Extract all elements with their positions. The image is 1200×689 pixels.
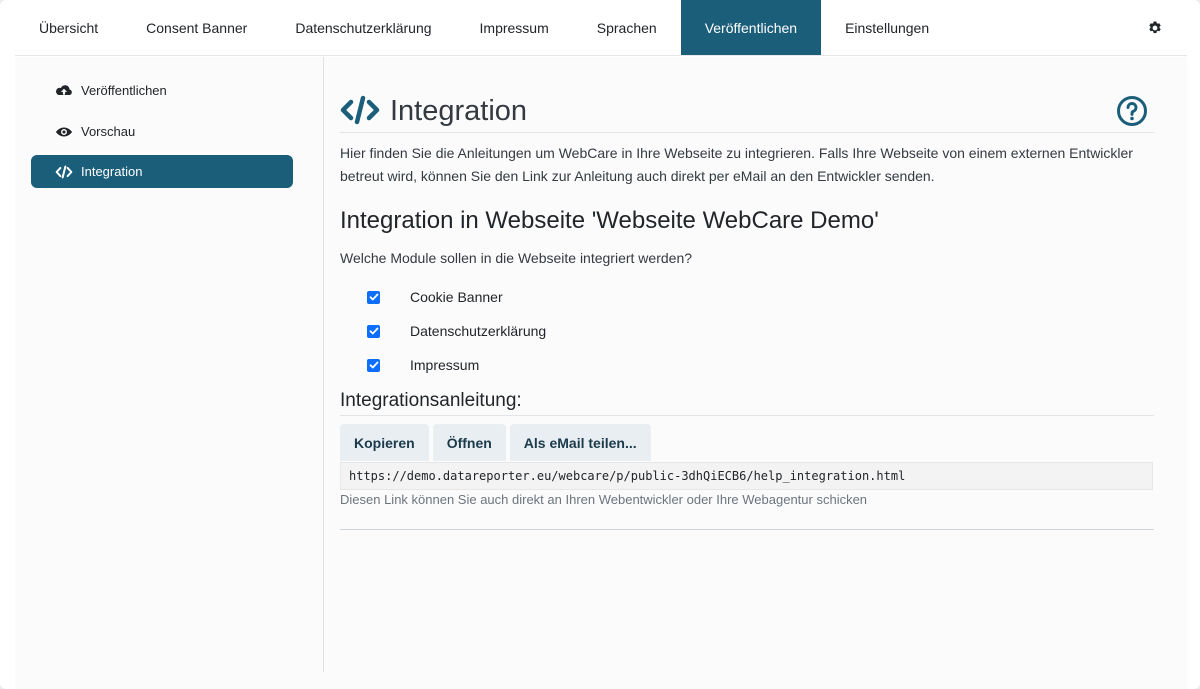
link-hint: Diesen Link können Sie auch direkt an Ih… (340, 492, 868, 507)
module-label: Cookie Banner (410, 289, 503, 305)
cloud-upload-icon (56, 84, 72, 95)
page-header: Integration (340, 93, 1154, 133)
tab-consent-banner[interactable]: Consent Banner (122, 0, 271, 55)
integration-link-field[interactable]: https://demo.datareporter.eu/webcare/p/p… (340, 462, 1153, 490)
divider (340, 529, 1154, 530)
cookie-banner-checkbox[interactable] (367, 290, 380, 304)
sidebar-item-integration[interactable]: Integration (31, 155, 293, 188)
sidebar: Veröffentlichen Vorschau Integration (15, 57, 324, 672)
share-email-button[interactable]: Als eMail teilen... (509, 424, 651, 461)
module-impressum: Impressum (367, 355, 479, 375)
modules-question: Welche Module sollen in die Webseite int… (340, 250, 693, 266)
tab-einstellungen[interactable]: Einstellungen (821, 0, 953, 55)
tab-veroeffentlichen[interactable]: Veröffentlichen (680, 0, 822, 55)
code-icon (55, 165, 73, 178)
copy-button[interactable]: Kopieren (340, 424, 429, 461)
datenschutzerklaerung-checkbox[interactable] (367, 324, 380, 338)
intro-text: Hier finden Sie die Anleitungen um WebCa… (340, 145, 1133, 184)
tab-sprachen[interactable]: Sprachen (573, 0, 681, 55)
gear-icon[interactable] (1147, 20, 1163, 36)
guide-actions: Kopieren Öffnen Als eMail teilen... (340, 424, 651, 461)
open-button[interactable]: Öffnen (432, 424, 506, 461)
tab-datenschutzerklaerung[interactable]: Datenschutzerklärung (271, 0, 455, 55)
main-content: Integration Hier finden Sie die Anleitun… (340, 57, 1154, 677)
module-cookie-banner: Cookie Banner (367, 287, 503, 307)
module-datenschutzerklaerung: Datenschutzerklärung (367, 321, 546, 341)
checkmark-icon (369, 361, 378, 369)
checkmark-icon (369, 293, 378, 301)
impressum-checkbox[interactable] (367, 358, 380, 372)
page-title: Integration (390, 95, 528, 127)
eye-icon (55, 127, 73, 136)
tab-impressum[interactable]: Impressum (456, 0, 573, 55)
sidebar-item-label: Vorschau (81, 124, 136, 139)
sidebar-item-veroeffentlichen[interactable]: Veröffentlichen (31, 74, 293, 107)
sidebar-item-vorschau[interactable]: Vorschau (31, 115, 293, 148)
sidebar-item-label: Integration (81, 164, 143, 179)
checkmark-icon (369, 327, 378, 335)
top-navigation: Übersicht Consent Banner Datenschutzerkl… (15, 0, 1187, 56)
sidebar-item-label: Veröffentlichen (81, 83, 167, 98)
integration-guide-heading: Integrationsanleitung: (340, 389, 1154, 416)
question-circle-icon[interactable] (1116, 95, 1148, 127)
app-window: Übersicht Consent Banner Datenschutzerkl… (0, 0, 1200, 689)
integration-subtitle: Integration in Webseite 'Webseite WebCar… (340, 207, 879, 234)
module-label: Impressum (410, 357, 480, 373)
tab-uebersicht[interactable]: Übersicht (15, 0, 122, 55)
module-label: Datenschutzerklärung (410, 323, 547, 339)
code-icon (340, 95, 380, 125)
